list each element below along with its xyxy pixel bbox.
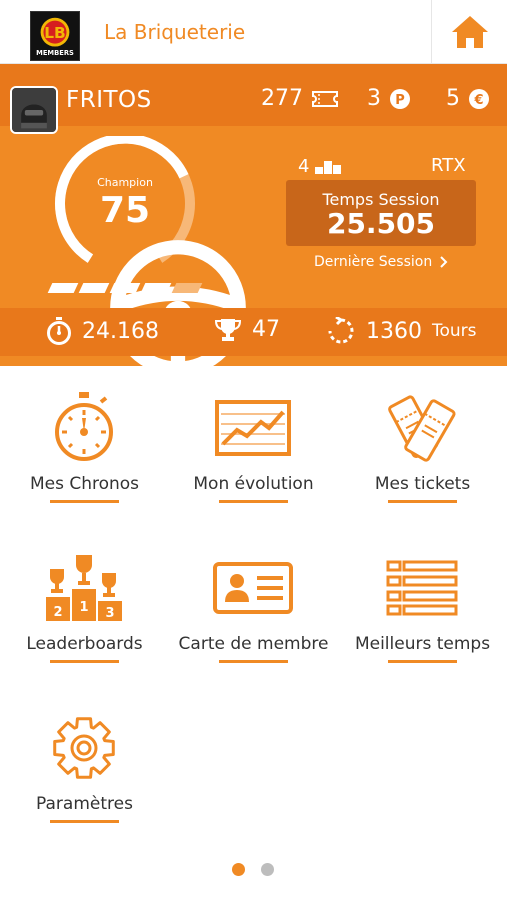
menu-mes-chronos[interactable]: Mes Chronos [0,392,169,522]
trophy-icon [214,318,242,341]
helmet-icon [12,88,56,132]
menu-underline [50,820,119,823]
svg-text:€: € [473,93,483,108]
svg-text:2: 2 [53,605,62,620]
credits-count: 5 [446,86,460,111]
trophies-stat: 47 [214,317,280,342]
svg-text:3: 3 [105,606,114,621]
level-bar-segment [47,283,79,293]
tickets-icon [382,392,462,464]
points-stat: 3 P [367,86,411,111]
level-progress-bars [47,283,203,293]
menu-underline [219,500,288,503]
menu-label: Mes tickets [374,474,471,494]
home-button[interactable] [431,0,507,64]
chart-icon [213,392,293,464]
svg-text:MEMBERS: MEMBERS [36,49,74,57]
menu-label: Mon évolution [193,474,314,494]
ticket-icon [312,90,338,107]
trophies-podium-icon: 2 1 3 [44,552,124,624]
laps-icon [328,317,354,344]
menu-carte-de-membre[interactable]: Carte de membre [169,552,338,682]
menu-underline [219,660,288,663]
menu-meilleurs-temps[interactable]: Meilleurs temps [338,552,507,682]
laps-stat: 1360 Tours [326,317,477,345]
member-card-icon [213,552,293,624]
chevron-right-icon [440,256,448,268]
last-session-label: Dernière Session [314,254,433,270]
kart-category: RTX [431,155,466,176]
level-gauge: Champion 75 [50,136,246,376]
points-icon: P [390,88,410,109]
level-label: Champion [97,176,153,189]
laps-unit: Tours [432,321,477,341]
username: FRITOS [66,87,152,113]
menu-underline [388,660,457,663]
stopwatch-icon [47,317,71,345]
profile-panel: FRITOS 277 3 P 5 € Champion 75 4 RTX Tem… [0,64,507,376]
menu-parametres[interactable]: Paramètres [0,712,169,842]
menu-label: Paramètres [36,794,133,814]
podium-icon [315,160,342,174]
profile-stats-bar: 24.168 47 1360 Tours [0,308,507,356]
session-time-box: Temps Session 25.505 [286,180,476,246]
svg-text:P: P [395,93,405,108]
session-time-value: 25.505 [326,207,436,240]
podiums-count: 4 [298,156,310,177]
menu-label: Carte de membre [178,634,329,654]
level-bar-segment [109,283,141,293]
level-bar-segment [171,283,203,293]
page-indicator [232,863,274,876]
tickets-count: 277 [261,86,303,111]
home-icon [451,16,488,48]
gear-icon [44,712,124,784]
credits-stat: 5 € [446,86,490,111]
avatar[interactable] [10,86,58,134]
best-time-stat: 24.168 [46,317,159,345]
page-dot[interactable] [261,863,274,876]
last-session-link[interactable]: Dernière Session [314,254,448,270]
points-count: 3 [367,86,381,111]
tickets-stat: 277 [261,86,339,111]
menu-mon-evolution[interactable]: Mon évolution [169,392,338,522]
menu-underline [50,500,119,503]
laps-count: 1360 [366,318,422,344]
menu-underline [388,500,457,503]
trophies-count: 47 [252,317,280,342]
podiums-stat: 4 [298,156,342,177]
level-bar-segment [140,283,172,293]
menu-label: Leaderboards [26,634,143,654]
level-value: 75 [99,190,151,231]
list-icon [382,552,462,624]
page-dot[interactable] [232,863,245,876]
euro-icon: € [469,88,489,109]
club-logo: LB MEMBERS [30,11,80,61]
svg-text:1: 1 [79,600,88,615]
svg-text:LB: LB [44,24,66,42]
app-header: LB MEMBERS La Briqueterie [0,0,507,64]
stopwatch-icon [44,392,124,464]
level-bar-segment [78,283,110,293]
menu-label: Mes Chronos [29,474,140,494]
page-title: La Briqueterie [104,20,246,44]
menu-label: Meilleurs temps [354,634,491,654]
menu-mes-tickets[interactable]: Mes tickets [338,392,507,522]
menu-leaderboards[interactable]: 2 1 3 Leaderboards [0,552,169,682]
best-time-value: 24.168 [82,318,159,344]
menu-underline [50,660,119,663]
